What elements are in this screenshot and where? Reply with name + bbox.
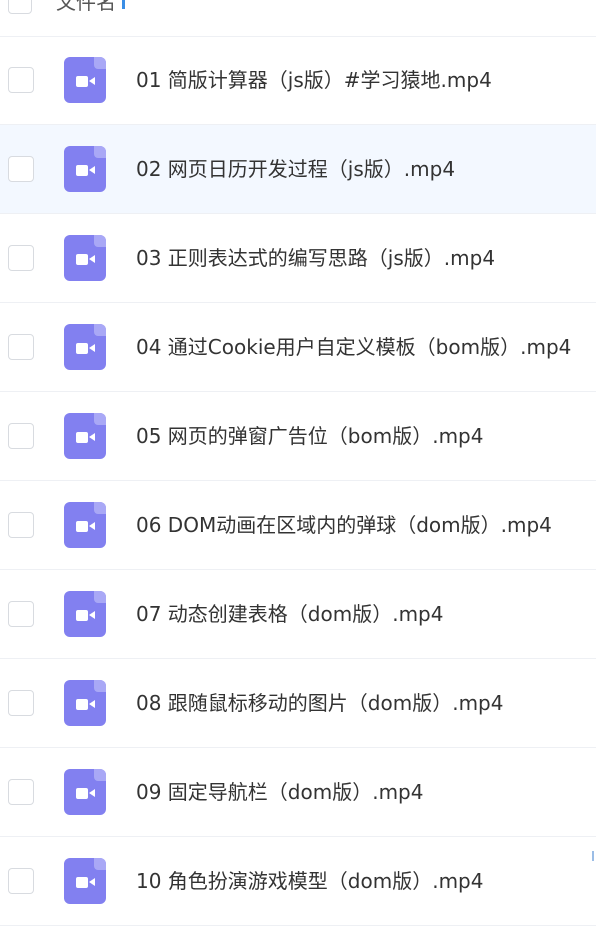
video-file-icon (64, 235, 106, 281)
file-row[interactable]: 10 角色扮演游戏模型（dom版）.mp4 (0, 837, 596, 926)
row-checkbox[interactable] (8, 779, 34, 805)
file-row[interactable]: 03 正则表达式的编写思路（js版）.mp4 (0, 214, 596, 303)
file-list-header: 文件名 (0, 0, 596, 37)
video-file-icon (64, 57, 106, 103)
sort-indicator-icon (122, 0, 125, 9)
file-row[interactable]: 06 DOM动画在区域内的弹球（dom版）.mp4 (0, 481, 596, 570)
file-name[interactable]: 05 网页的弹窗广告位（bom版）.mp4 (136, 423, 483, 449)
file-row[interactable]: 02 网页日历开发过程（js版）.mp4 (0, 125, 596, 214)
video-file-icon (64, 413, 106, 459)
video-file-icon (64, 146, 106, 192)
video-file-icon (64, 858, 106, 904)
video-file-icon (64, 591, 106, 637)
file-name[interactable]: 03 正则表达式的编写思路（js版）.mp4 (136, 245, 495, 271)
file-name[interactable]: 08 跟随鼠标移动的图片（dom版）.mp4 (136, 690, 503, 716)
file-name[interactable]: 04 通过Cookie用户自定义模板（bom版）.mp4 (136, 334, 571, 360)
file-list: 01 简版计算器（js版）#学习猿地.mp4 02 网页日历开发过程（js版）.… (0, 36, 596, 926)
row-checkbox[interactable] (8, 334, 34, 360)
file-row[interactable]: 09 固定导航栏（dom版）.mp4 (0, 748, 596, 837)
file-row[interactable]: 08 跟随鼠标移动的图片（dom版）.mp4 (0, 659, 596, 748)
video-file-icon (64, 324, 106, 370)
row-checkbox[interactable] (8, 67, 34, 93)
file-row[interactable]: 04 通过Cookie用户自定义模板（bom版）.mp4 (0, 303, 596, 392)
video-file-icon (64, 680, 106, 726)
row-checkbox[interactable] (8, 245, 34, 271)
file-row[interactable]: 07 动态创建表格（dom版）.mp4 (0, 570, 596, 659)
file-name[interactable]: 01 简版计算器（js版）#学习猿地.mp4 (136, 67, 492, 93)
file-name[interactable]: 02 网页日历开发过程（js版）.mp4 (136, 156, 455, 182)
file-name[interactable]: 09 固定导航栏（dom版）.mp4 (136, 779, 423, 805)
file-name[interactable]: 07 动态创建表格（dom版）.mp4 (136, 601, 443, 627)
row-checkbox[interactable] (8, 423, 34, 449)
file-row[interactable]: 01 简版计算器（js版）#学习猿地.mp4 (0, 36, 596, 125)
scroll-edge-mark (592, 851, 594, 861)
video-file-icon (64, 769, 106, 815)
file-name[interactable]: 10 角色扮演游戏模型（dom版）.mp4 (136, 868, 483, 894)
row-checkbox[interactable] (8, 868, 34, 894)
row-checkbox[interactable] (8, 512, 34, 538)
row-checkbox[interactable] (8, 601, 34, 627)
video-file-icon (64, 502, 106, 548)
row-checkbox[interactable] (8, 690, 34, 716)
file-name[interactable]: 06 DOM动画在区域内的弹球（dom版）.mp4 (136, 512, 552, 538)
column-header-filename[interactable]: 文件名 (56, 0, 125, 14)
row-checkbox[interactable] (8, 156, 34, 182)
file-row[interactable]: 05 网页的弹窗广告位（bom版）.mp4 (0, 392, 596, 481)
select-all-checkbox[interactable] (8, 0, 32, 14)
column-header-filename-label: 文件名 (56, 0, 116, 14)
